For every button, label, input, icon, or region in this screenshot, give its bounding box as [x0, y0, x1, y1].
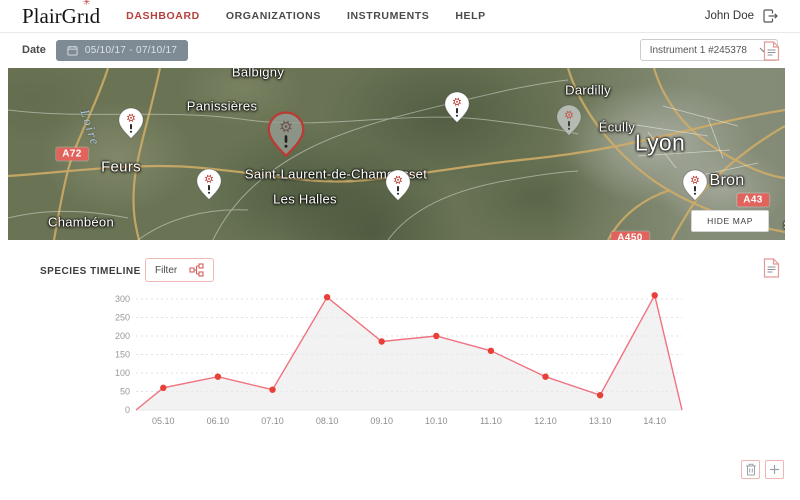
- chart-point[interactable]: [323, 294, 331, 301]
- map-marker[interactable]: [196, 168, 223, 201]
- species-timeline-title: SPECIES TIMELINE: [40, 266, 141, 277]
- instrument-select[interactable]: Instrument 1 #245378: [639, 39, 778, 61]
- map-place-label: Les Halles: [273, 191, 337, 207]
- map-place-label: Lyon: [634, 129, 686, 156]
- logo-text-post: d: [89, 3, 101, 28]
- toolbar-right: Instrument 1 #245378: [639, 39, 778, 61]
- svg-text:150: 150: [115, 350, 130, 360]
- map-place-label: Bron: [709, 172, 745, 189]
- app-header: PlairGr ✳ ıd DASHBOARD ORGANIZATIONS INSTRUM…: [0, 0, 800, 33]
- road-badge: A72: [56, 147, 88, 161]
- svg-text:06.10: 06.10: [207, 416, 230, 426]
- date-range-button[interactable]: 05/10/17 - 07/10/17: [55, 39, 189, 61]
- svg-text:250: 250: [115, 313, 130, 323]
- svg-text:0: 0: [125, 405, 130, 415]
- logo-gear-icon: ✳: [82, 0, 91, 8]
- map-place-label: Chambéon: [48, 214, 114, 230]
- map-place-label: Écully: [598, 119, 636, 135]
- export-report-button[interactable]: [763, 41, 780, 61]
- app-logo[interactable]: PlairGr ✳ ıd: [22, 0, 101, 28]
- map-marker-selected[interactable]: [267, 111, 305, 158]
- svg-text:13.10: 13.10: [589, 416, 612, 426]
- map-marker[interactable]: [682, 169, 709, 202]
- chart-point[interactable]: [433, 332, 440, 340]
- logout-icon[interactable]: [763, 9, 778, 23]
- user-name[interactable]: John Doe: [705, 10, 754, 22]
- map[interactable]: Balbigny Panissières Feurs Chambéon Saint-La…: [8, 68, 785, 240]
- svg-text:14.10: 14.10: [643, 416, 666, 426]
- logo-text-pre: PlairGr: [22, 3, 84, 28]
- svg-text:08.10: 08.10: [316, 416, 339, 426]
- chart-point[interactable]: [160, 384, 167, 391]
- date-label: Date: [22, 44, 46, 56]
- road-badge: A43: [737, 193, 769, 207]
- filter-button[interactable]: Filter: [145, 258, 215, 282]
- chart-point[interactable]: [542, 373, 549, 380]
- svg-text:300: 300: [115, 294, 130, 304]
- road-badge: A450: [611, 231, 649, 240]
- nav-item-dashboard[interactable]: DASHBOARD: [126, 10, 200, 22]
- chart-point[interactable]: [269, 386, 276, 393]
- filter-icon: [189, 263, 204, 277]
- timeline-actions: [741, 460, 784, 479]
- species-timeline-chart: 0 50 100 150 200 250 300 05.10 06.10 07.10 08.10 09…: [112, 290, 692, 447]
- filter-toolbar: Date 05/10/17 - 07/10/17 Instrument 1 #2…: [0, 33, 800, 67]
- svg-text:11.10: 11.10: [480, 416, 502, 426]
- map-marker[interactable]: [444, 91, 471, 124]
- chart-point[interactable]: [214, 373, 222, 380]
- svg-text:05.10: 05.10: [152, 416, 175, 426]
- instrument-select-value: Instrument 1 #245378: [649, 44, 747, 56]
- map-marker[interactable]: [118, 107, 145, 140]
- map-place-label: Feurs: [101, 158, 141, 176]
- svg-text:07.10: 07.10: [261, 416, 284, 426]
- svg-text:50: 50: [120, 387, 130, 397]
- svg-text:12.10: 12.10: [534, 416, 557, 426]
- add-timeline-button[interactable]: [765, 460, 784, 479]
- svg-text:100: 100: [115, 368, 130, 378]
- nav-item-help[interactable]: HELP: [455, 10, 485, 22]
- trash-icon: [745, 463, 757, 476]
- main-nav: DASHBOARD ORGANIZATIONS INSTRUMENTS HELP: [126, 10, 705, 22]
- map-marker[interactable]: [385, 169, 412, 202]
- map-place-label: Panissières: [186, 98, 258, 114]
- nav-item-instruments[interactable]: INSTRUMENTS: [347, 10, 429, 22]
- calendar-icon: [67, 45, 78, 56]
- plus-icon: [769, 464, 780, 475]
- map-place-label: Balbigny: [231, 68, 285, 80]
- filter-button-label: Filter: [155, 264, 178, 276]
- svg-text:10.10: 10.10: [425, 416, 448, 426]
- dashboard-page: PlairGr ✳ ıd DASHBOARD ORGANIZATIONS INSTRUM…: [0, 0, 800, 500]
- chart-point[interactable]: [596, 392, 604, 399]
- svg-text:200: 200: [115, 331, 130, 341]
- nav-item-organizations[interactable]: ORGANIZATIONS: [226, 10, 321, 22]
- export-timeline-button[interactable]: [763, 258, 780, 278]
- hide-map-button[interactable]: HIDE MAP: [691, 210, 769, 232]
- delete-timeline-button[interactable]: [741, 460, 760, 479]
- chart-point[interactable]: [487, 347, 495, 354]
- date-range-value: 05/10/17 - 07/10/17: [84, 44, 178, 56]
- chart-point[interactable]: [378, 338, 385, 345]
- map-place-label: Dardilly: [565, 82, 611, 98]
- user-area: John Doe: [705, 9, 778, 23]
- map-place-label: st: [784, 217, 785, 232]
- chart-point[interactable]: [651, 292, 658, 299]
- svg-text:09.10: 09.10: [370, 416, 393, 426]
- map-marker-muted[interactable]: [556, 104, 583, 137]
